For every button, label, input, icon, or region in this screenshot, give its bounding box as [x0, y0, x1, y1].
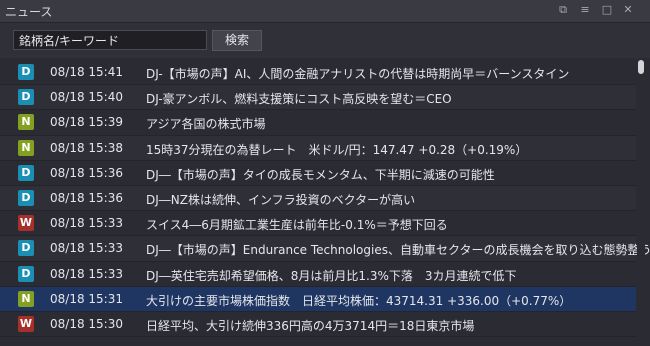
news-time: 08/18 15:33 — [50, 241, 123, 256]
source-badge: D — [18, 265, 34, 282]
news-row[interactable]: D 08/18 15:33 DJ―【市場の声】Endurance Technolog… — [0, 236, 650, 262]
news-headline[interactable]: 15時37分現在の為替レート 米ドル/円：147.47 +0.28（+0.19%… — [146, 141, 527, 158]
source-badge: D — [18, 64, 34, 80]
news-row[interactable]: D 08/18 15:40 DJ-豪アンボル、燃料支援策にコスト高反映を望む＝CEO — [0, 85, 636, 111]
news-headline[interactable]: DJ―【市場の声】Endurance Technologies、自動車セクターの… — [146, 241, 650, 258]
news-row[interactable]: W 08/18 15:30 日経平均、大引け続伸336円高の4万3714円＝18日東… — [0, 312, 636, 338]
news-time: 08/18 15:41 — [50, 65, 123, 79]
detach-icon[interactable]: ⧉ — [556, 3, 570, 17]
news-headline[interactable]: DJ―英住宅売却希望価格、8月は前月比1.3%下落 3カ月連続で低下 — [146, 267, 517, 284]
news-headline[interactable]: DJ-豪アンボル、燃料支援策にコスト高反映を望む＝CEO — [146, 90, 452, 107]
source-badge: D — [18, 164, 34, 181]
news-row[interactable]: D 08/18 15:36 DJ―【市場の声】タイの成長モメンタム、下半期に減速の可… — [0, 161, 636, 186]
news-time: 08/18 15:38 — [50, 140, 123, 155]
search-input[interactable] — [13, 30, 207, 50]
source-badge: W — [18, 315, 34, 332]
news-row[interactable]: N 08/18 15:31 大引けの主要市場株価指数 日経平均株価：43714.31… — [0, 286, 636, 312]
news-time: 08/18 15:33 — [50, 216, 123, 231]
close-icon[interactable]: ✕ — [621, 3, 635, 17]
news-headline[interactable]: アジア各国の株式市場 — [146, 115, 266, 132]
source-badge: D — [18, 89, 34, 106]
news-headline[interactable]: DJ-【市場の声】AI、人間の金融アナリストの代替は時期尚早＝バーンスタイン — [146, 65, 569, 82]
news-time: 08/18 15:36 — [50, 190, 123, 205]
news-time: 08/18 15:30 — [50, 316, 123, 331]
news-headline[interactable]: DJ―【市場の声】タイの成長モメンタム、下半期に減速の可能性 — [146, 166, 495, 183]
source-badge: N — [18, 114, 34, 131]
menu-icon[interactable]: ≡ — [578, 3, 592, 17]
news-time: 08/18 15:31 — [50, 291, 123, 306]
scrollbar[interactable] — [637, 60, 645, 340]
source-badge: N — [18, 139, 34, 156]
window-title: ニュース — [5, 5, 53, 19]
news-time: 08/18 15:36 — [50, 165, 123, 180]
news-time: 08/18 15:39 — [50, 115, 123, 130]
news-row[interactable]: N 08/18 15:38 15時37分現在の為替レート 米ドル/円：147.47 … — [0, 135, 636, 161]
source-badge: D — [18, 189, 34, 206]
news-list: D 08/18 15:41 DJ-【市場の声】AI、人間の金融アナリストの代替は時期… — [0, 60, 650, 338]
search-button[interactable]: 検索 — [212, 30, 262, 51]
news-time: 08/18 15:33 — [50, 266, 123, 281]
news-headline[interactable]: 日経平均、大引け続伸336円高の4万3714円＝18日東京市場 — [146, 317, 474, 334]
news-row[interactable]: D 08/18 15:33 DJ―英住宅売却希望価格、8月は前月比1.3%下落 3カ… — [0, 262, 636, 287]
source-badge: N — [18, 290, 34, 307]
news-row[interactable]: D 08/18 15:36 DJ―NZ株は続伸、インフラ投資のベクターが高い — [0, 185, 636, 212]
news-row[interactable]: W 08/18 15:33 スイス4―6月期鉱工業生産は前年比-0.1%＝予想下回る — [0, 211, 636, 237]
source-badge: D — [18, 240, 34, 257]
source-badge: W — [18, 215, 34, 232]
title-bar: ニュース ⧉ ≡ □ ✕ — [0, 0, 650, 23]
maximize-icon[interactable]: □ — [600, 3, 614, 17]
news-headline[interactable]: スイス4―6月期鉱工業生産は前年比-0.1%＝予想下回る — [146, 216, 448, 233]
news-headline[interactable]: DJ―NZ株は続伸、インフラ投資のベクターが高い — [146, 191, 415, 208]
news-row[interactable]: N 08/18 15:39 アジア各国の株式市場 — [0, 110, 636, 136]
news-headline[interactable]: 大引けの主要市場株価指数 日経平均株価：43714.31 +336.00（+0.… — [146, 292, 571, 309]
news-row[interactable]: D 08/18 15:41 DJ-【市場の声】AI、人間の金融アナリストの代替は時期… — [0, 60, 636, 86]
news-time: 08/18 15:40 — [50, 90, 123, 105]
scrollbar-thumb[interactable] — [638, 60, 644, 74]
